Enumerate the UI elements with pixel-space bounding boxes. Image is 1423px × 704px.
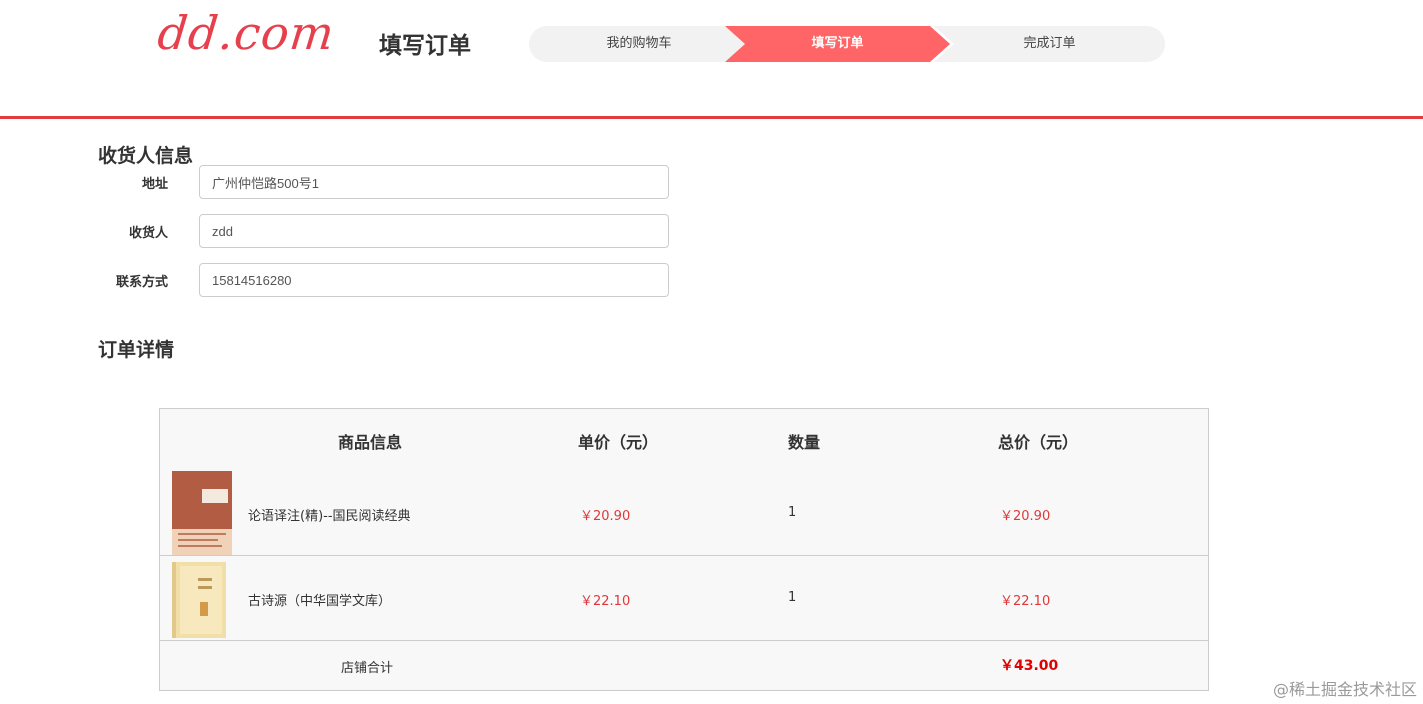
order-section-title: 订单详情 [98,339,175,361]
header-divider [0,116,1423,119]
site-logo[interactable]: dd.com [155,6,337,60]
product-name[interactable]: 古诗源（中华国学文库） [248,590,391,609]
phone-row: 联系方式 [98,263,670,297]
receiver-section-title: 收货人信息 [98,145,194,167]
receiver-name-label: 收货人 [128,226,168,241]
col-unit-price: 单价（元） [578,433,659,452]
receiver-name-input[interactable] [199,214,669,248]
address-row: 地址 [98,165,670,199]
page-title: 填写订单 [379,33,471,59]
step-complete: 完成订单 [934,26,1165,62]
unit-price: ￥20.90 [580,509,631,524]
order-table: 商品信息 单价（元） 数量 总价（元） 论语译注(精)--国民阅读经典 ￥20.… [159,408,1209,691]
item-total: ￥22.10 [1000,594,1051,609]
watermark: @稀土掘金技术社区 [1272,680,1417,699]
book-cover-image[interactable] [172,558,232,642]
table-row: 古诗源（中华国学文库） ￥22.10 1 ￥22.10 [160,556,1208,641]
page-header: dd.com 填写订单 我的购物车 填写订单 完成订单 [0,0,1423,116]
phone-label: 联系方式 [115,275,168,290]
book-cover-image[interactable] [172,471,232,555]
col-total-price: 总价（元） [998,433,1079,452]
shop-total-label: 店铺合计 [341,661,394,676]
shop-total-value: ￥43.00 [1000,658,1059,674]
progress-steps: 我的购物车 填写订单 完成订单 [529,26,1165,62]
unit-price: ￥22.10 [580,594,631,609]
col-quantity: 数量 [788,433,821,452]
phone-input[interactable] [199,263,669,297]
col-product-info: 商品信息 [338,433,403,452]
address-input[interactable] [199,165,669,199]
quantity: 1 [788,505,797,520]
receiver-name-row: 收货人 [98,214,670,248]
item-total: ￥20.90 [1000,509,1051,524]
quantity: 1 [788,590,797,605]
table-row: 论语译注(精)--国民阅读经典 ￥20.90 1 ￥20.90 [160,469,1208,556]
product-name[interactable]: 论语译注(精)--国民阅读经典 [248,505,411,524]
address-label: 地址 [141,177,168,192]
step-fill-order: 填写订单 [725,26,950,62]
step-cart[interactable]: 我的购物车 [529,26,749,62]
